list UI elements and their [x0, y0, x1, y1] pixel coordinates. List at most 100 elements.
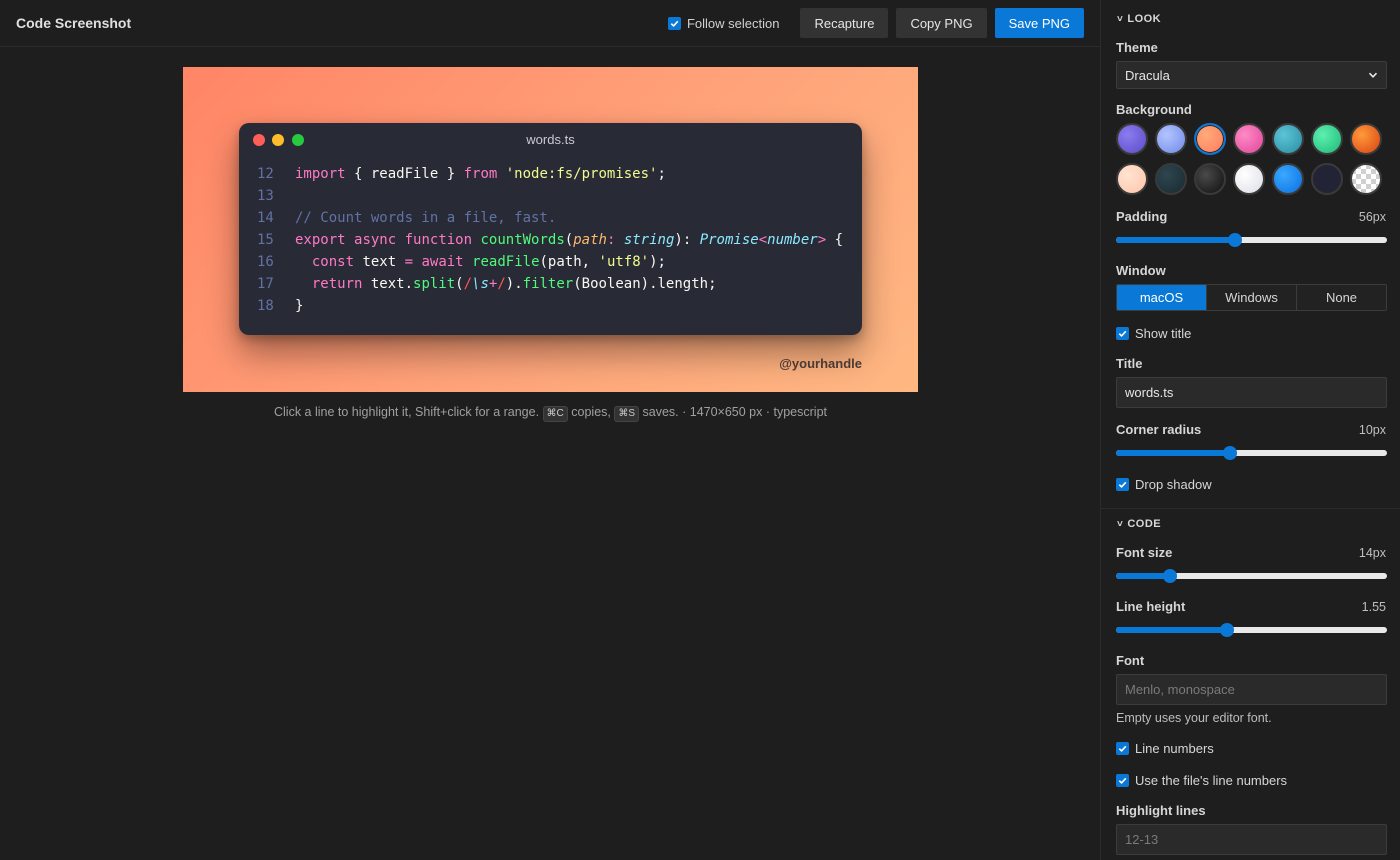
- swatch-periwinkle[interactable]: [1155, 123, 1187, 155]
- swatch-pink[interactable]: [1233, 123, 1265, 155]
- code-token: ;: [657, 166, 666, 182]
- window-option-windows[interactable]: Windows: [1207, 285, 1297, 310]
- font-input[interactable]: Menlo, monospace: [1116, 674, 1387, 705]
- code-line[interactable]: 14 // Count words in a file, fast.: [239, 207, 862, 229]
- code-token: string: [623, 232, 675, 248]
- swatch-navy[interactable]: [1311, 163, 1343, 195]
- recapture-button[interactable]: Recapture: [800, 8, 889, 38]
- padding-slider[interactable]: [1116, 232, 1387, 248]
- code-line[interactable]: 16 const text = await readFile(path, 'ut…: [239, 251, 862, 273]
- app: Code Screenshot Follow selection Recaptu…: [0, 0, 1400, 860]
- follow-selection-checkbox[interactable]: [667, 16, 681, 30]
- file-line-numbers-toggle[interactable]: Use the file's line numbers: [1116, 773, 1287, 788]
- corner-radius-slider[interactable]: [1116, 445, 1387, 461]
- code-token: =: [404, 254, 414, 270]
- main-area: Code Screenshot Follow selection Recaptu…: [0, 0, 1100, 860]
- code-token: { readFile }: [345, 166, 464, 182]
- hint-part-1: Click a line to highlight it, Shift+clic…: [274, 405, 540, 419]
- check-icon: [1118, 777, 1127, 785]
- code-token: number: [767, 232, 818, 248]
- swatch-teal[interactable]: [1272, 123, 1304, 155]
- look-section-header[interactable]: ˅ LOOK: [1117, 13, 1161, 25]
- background-swatches-row-1: [1116, 123, 1382, 155]
- swatch-blue[interactable]: [1272, 163, 1304, 195]
- code-token: {: [826, 232, 844, 248]
- swatch-orange[interactable]: [1350, 123, 1382, 155]
- line-number: 15: [257, 232, 274, 248]
- swatch-peach[interactable]: [1194, 123, 1226, 155]
- show-title-checkbox[interactable]: [1116, 327, 1129, 340]
- window-option-macos[interactable]: macOS: [1117, 285, 1207, 310]
- show-title-toggle[interactable]: Show title: [1116, 326, 1191, 341]
- file-line-numbers-checkbox[interactable]: [1116, 774, 1129, 787]
- code-text: return text.split(/\s+/).filter(Boolean)…: [295, 273, 717, 295]
- settings-sidebar: ˅ LOOK Theme Dracula Background Padding …: [1100, 0, 1400, 860]
- font-help-text: Empty uses your editor font.: [1116, 711, 1272, 725]
- swatch-transparent[interactable]: [1350, 163, 1382, 195]
- save-png-button[interactable]: Save PNG: [994, 8, 1084, 38]
- swatch-cream[interactable]: [1116, 163, 1148, 195]
- slider-thumb[interactable]: [1163, 569, 1178, 583]
- hint-part-2: copies,: [571, 405, 611, 419]
- hint-part-3: saves. · 1470×650 px · typescript: [642, 405, 827, 419]
- code-line[interactable]: 13: [239, 185, 862, 207]
- line-number: 14: [257, 210, 274, 226]
- line-height-label: Line height: [1116, 599, 1186, 614]
- line-number: 13: [257, 188, 274, 204]
- line-numbers-checkbox[interactable]: [1116, 742, 1129, 755]
- code-token: ).: [505, 276, 523, 292]
- title-input[interactable]: words.ts: [1116, 377, 1387, 408]
- code-line[interactable]: 12 import { readFile } from 'node:fs/prom…: [239, 163, 862, 185]
- title-input-value: words.ts: [1125, 385, 1174, 400]
- copy-png-button[interactable]: Copy PNG: [896, 8, 987, 38]
- code-section-header[interactable]: ˅ CODE: [1117, 518, 1161, 530]
- code-line[interactable]: 18}: [239, 295, 862, 317]
- slider-thumb[interactable]: [1220, 623, 1235, 637]
- swatch-white[interactable]: [1233, 163, 1265, 195]
- line-number: 17: [257, 276, 274, 292]
- file-line-numbers-label: Use the file's line numbers: [1135, 773, 1288, 788]
- code-token: countWords: [480, 232, 565, 248]
- slider-thumb[interactable]: [1228, 233, 1243, 247]
- swatch-mint[interactable]: [1311, 123, 1343, 155]
- code-line[interactable]: 17 return text.split(/\s+/).filter(Boole…: [239, 273, 862, 295]
- drop-shadow-toggle[interactable]: Drop shadow: [1116, 477, 1212, 492]
- check-icon: [670, 20, 679, 27]
- code-token: const: [311, 254, 355, 270]
- swatch-slate[interactable]: [1155, 163, 1187, 195]
- code-token: /: [463, 276, 473, 292]
- slider-fill: [1116, 237, 1236, 243]
- code-token: (: [564, 232, 574, 248]
- code-token: await: [421, 254, 464, 270]
- code-token: return: [311, 276, 363, 292]
- swatch-charcoal[interactable]: [1194, 163, 1226, 195]
- line-height-slider[interactable]: [1116, 622, 1387, 638]
- line-number: 16: [257, 254, 274, 270]
- theme-select[interactable]: Dracula: [1116, 61, 1387, 89]
- line-numbers-toggle[interactable]: Line numbers: [1116, 741, 1214, 756]
- code-line[interactable]: 15 export async function countWords(path:…: [239, 229, 862, 251]
- screenshot-canvas: words.ts 12 import { readFile } from 'nod…: [183, 67, 918, 392]
- swatch-indigo[interactable]: [1116, 123, 1148, 155]
- code-token: 'node:fs/promises': [505, 166, 658, 182]
- font-size-value: 14px: [1358, 546, 1386, 560]
- code-token: async: [354, 232, 397, 248]
- slider-thumb[interactable]: [1222, 446, 1237, 460]
- code-token: path: [573, 232, 607, 248]
- padding-value: 56px: [1358, 210, 1386, 224]
- section-divider: [1101, 508, 1400, 509]
- window-option-none[interactable]: None: [1297, 285, 1386, 310]
- corner-radius-label: Corner radius: [1116, 422, 1202, 437]
- highlight-lines-input[interactable]: 12-13: [1116, 824, 1387, 855]
- drop-shadow-checkbox[interactable]: [1116, 478, 1129, 491]
- highlight-lines-label: Highlight lines: [1116, 803, 1206, 818]
- chevron-down-icon: ˅: [1117, 13, 1124, 25]
- code-token: (path,: [539, 254, 599, 270]
- show-title-label: Show title: [1135, 326, 1192, 341]
- slider-fill: [1116, 450, 1230, 456]
- background-label: Background: [1116, 102, 1192, 117]
- follow-selection-toggle[interactable]: Follow selection: [667, 16, 779, 31]
- font-size-slider[interactable]: [1116, 568, 1387, 584]
